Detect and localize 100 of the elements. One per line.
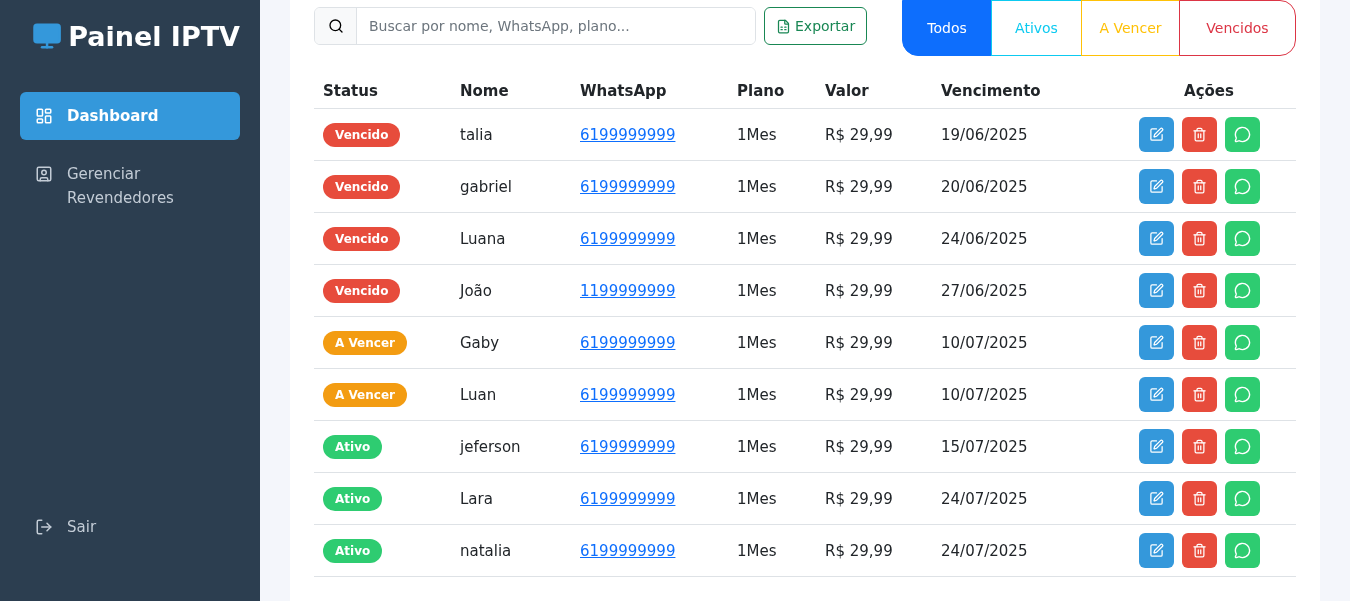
table-cell: 10/07/2025 bbox=[932, 368, 1122, 421]
status-badge: Ativo bbox=[323, 434, 383, 459]
delete-button[interactable] bbox=[1181, 429, 1217, 464]
trash-icon bbox=[1191, 543, 1207, 558]
edit-button[interactable] bbox=[1138, 169, 1174, 204]
filter-tab[interactable]: Todos bbox=[902, 0, 992, 56]
edit-icon bbox=[1148, 179, 1164, 194]
table-cell: 1Mes bbox=[728, 160, 816, 213]
whatsapp-link[interactable]: 6199999999 bbox=[580, 437, 676, 456]
edit-button[interactable] bbox=[1138, 429, 1174, 464]
chat-bubble-icon bbox=[1233, 438, 1251, 455]
table-cell: 1Mes bbox=[728, 524, 816, 577]
table-cell: Lara bbox=[451, 472, 571, 525]
chat-bubble-icon bbox=[1233, 490, 1251, 507]
whatsapp-button[interactable] bbox=[1224, 325, 1260, 360]
chat-bubble-icon bbox=[1233, 334, 1251, 351]
table-cell: R$ 29,99 bbox=[816, 108, 932, 161]
delete-button[interactable] bbox=[1181, 273, 1217, 308]
filter-tab[interactable]: Vencidos bbox=[1179, 0, 1296, 56]
status-badge: A Vencer bbox=[323, 330, 407, 355]
whatsapp-button[interactable] bbox=[1224, 273, 1260, 308]
column-header: Valor bbox=[816, 74, 932, 109]
edit-icon bbox=[1148, 127, 1164, 142]
chat-bubble-icon bbox=[1233, 178, 1251, 195]
whatsapp-button[interactable] bbox=[1224, 533, 1260, 568]
app-title: Painel IPTV bbox=[68, 20, 240, 52]
table-cell: 1Mes bbox=[728, 212, 816, 265]
edit-button[interactable] bbox=[1138, 273, 1174, 308]
edit-icon bbox=[1148, 543, 1164, 558]
table-cell: 15/07/2025 bbox=[932, 420, 1122, 473]
whatsapp-link[interactable]: 1199999999 bbox=[580, 281, 676, 300]
status-badge: Vencido bbox=[323, 122, 401, 147]
search-icon bbox=[327, 18, 344, 34]
whatsapp-link[interactable]: 6199999999 bbox=[580, 177, 676, 196]
monitor-icon bbox=[32, 20, 63, 52]
table-cell: R$ 29,99 bbox=[816, 368, 932, 421]
table-cell: 27/06/2025 bbox=[932, 264, 1122, 317]
table-cell: 24/07/2025 bbox=[932, 524, 1122, 577]
trash-icon bbox=[1191, 439, 1207, 454]
whatsapp-link[interactable]: 6199999999 bbox=[580, 333, 676, 352]
chat-bubble-icon bbox=[1233, 542, 1251, 559]
edit-button[interactable] bbox=[1138, 377, 1174, 412]
whatsapp-button[interactable] bbox=[1224, 169, 1260, 204]
table-cell: R$ 29,99 bbox=[816, 524, 932, 577]
edit-icon bbox=[1148, 491, 1164, 506]
edit-button[interactable] bbox=[1138, 325, 1174, 360]
trash-icon bbox=[1191, 387, 1207, 402]
edit-icon bbox=[1148, 231, 1164, 246]
table-cell: 1Mes bbox=[728, 108, 816, 161]
column-header: Vencimento bbox=[932, 74, 1122, 109]
whatsapp-link[interactable]: 6199999999 bbox=[580, 385, 676, 404]
table-cell: 19/06/2025 bbox=[932, 108, 1122, 161]
chat-bubble-icon bbox=[1233, 386, 1251, 403]
delete-button[interactable] bbox=[1181, 481, 1217, 516]
whatsapp-link[interactable]: 6199999999 bbox=[580, 125, 676, 144]
whatsapp-link[interactable]: 6199999999 bbox=[580, 229, 676, 248]
edit-button[interactable] bbox=[1138, 117, 1174, 152]
table-cell: talia bbox=[451, 108, 571, 161]
table-cell: 1Mes bbox=[728, 368, 816, 421]
whatsapp-button[interactable] bbox=[1224, 377, 1260, 412]
trash-icon bbox=[1191, 491, 1207, 506]
table-cell: Gaby bbox=[451, 316, 571, 369]
column-header: Plano bbox=[728, 74, 816, 109]
edit-button[interactable] bbox=[1138, 533, 1174, 568]
table-cell: R$ 29,99 bbox=[816, 264, 932, 317]
trash-icon bbox=[1191, 283, 1207, 298]
status-badge: Vencido bbox=[323, 174, 401, 199]
table-cell: 1Mes bbox=[728, 420, 816, 473]
column-header: Ações bbox=[1122, 74, 1296, 109]
table-cell: 20/06/2025 bbox=[932, 160, 1122, 213]
whatsapp-link[interactable]: 6199999999 bbox=[580, 489, 676, 508]
table-cell: 1Mes bbox=[728, 264, 816, 317]
whatsapp-button[interactable] bbox=[1224, 481, 1260, 516]
whatsapp-button[interactable] bbox=[1224, 221, 1260, 256]
status-badge: Vencido bbox=[323, 278, 401, 303]
table-cell: gabriel bbox=[451, 160, 571, 213]
export-button[interactable]: Exportar bbox=[764, 7, 868, 45]
nav-item[interactable]: Dashboard bbox=[20, 92, 240, 140]
logout-link[interactable]: Sair bbox=[20, 503, 240, 551]
table-cell: R$ 29,99 bbox=[816, 160, 932, 213]
trash-icon bbox=[1191, 231, 1207, 246]
table-cell: 24/07/2025 bbox=[932, 472, 1122, 525]
whatsapp-button[interactable] bbox=[1224, 117, 1260, 152]
delete-button[interactable] bbox=[1181, 325, 1217, 360]
delete-button[interactable] bbox=[1181, 377, 1217, 412]
edit-button[interactable] bbox=[1138, 481, 1174, 516]
delete-button[interactable] bbox=[1181, 117, 1217, 152]
whatsapp-link[interactable]: 6199999999 bbox=[580, 541, 676, 560]
delete-button[interactable] bbox=[1181, 533, 1217, 568]
delete-button[interactable] bbox=[1181, 221, 1217, 256]
table-cell: Luana bbox=[451, 212, 571, 265]
logout-icon bbox=[35, 518, 53, 536]
edit-button[interactable] bbox=[1138, 221, 1174, 256]
person-card-icon bbox=[35, 165, 53, 183]
whatsapp-button[interactable] bbox=[1224, 429, 1260, 464]
table-cell: R$ 29,99 bbox=[816, 212, 932, 265]
search-field[interactable]: Buscar por nome, WhatsApp, plano... bbox=[314, 7, 756, 45]
delete-button[interactable] bbox=[1181, 169, 1217, 204]
nav-item[interactable]: Gerenciar Revendedores bbox=[20, 150, 240, 222]
table-cell: R$ 29,99 bbox=[816, 472, 932, 525]
